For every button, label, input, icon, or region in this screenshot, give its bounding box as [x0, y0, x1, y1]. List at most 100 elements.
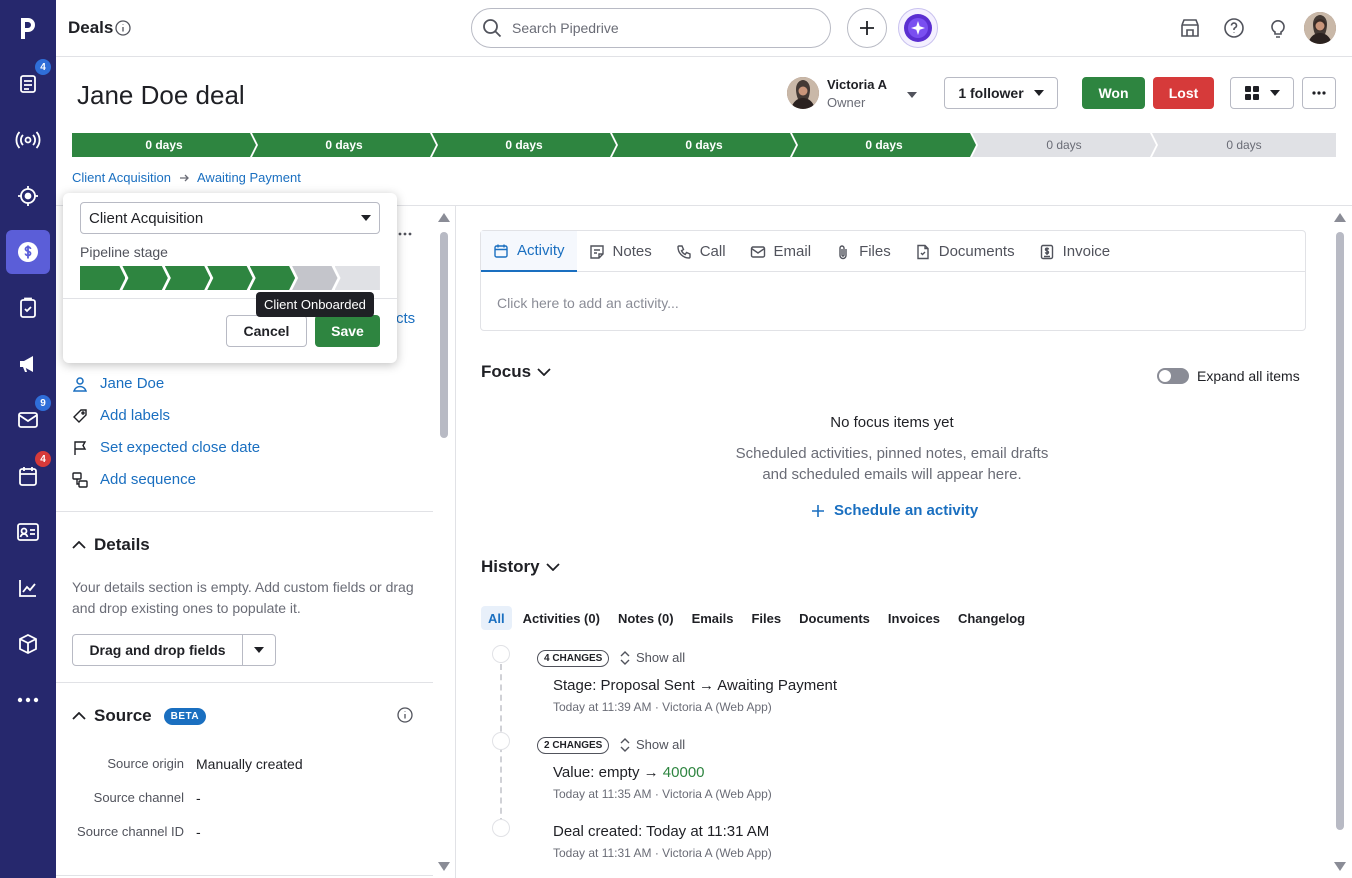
history-filter[interactable]: Documents: [792, 606, 877, 630]
quick-add-button[interactable]: [847, 8, 887, 48]
schedule-activity-link[interactable]: Schedule an activity: [812, 502, 978, 519]
scroll-down-arrow-icon[interactable]: [1334, 862, 1346, 871]
pipeline-stage[interactable]: 0 days: [432, 133, 616, 157]
drag-drop-button[interactable]: Drag and drop fields: [73, 635, 243, 665]
owner-name[interactable]: Victoria A: [827, 77, 887, 92]
stage-picker-step[interactable]: [207, 266, 252, 290]
history-filter[interactable]: Emails: [685, 606, 741, 630]
stage-picker-step[interactable]: [334, 266, 380, 290]
sidebar-item-contacts[interactable]: [6, 510, 50, 554]
sidebar-item-leads[interactable]: 4: [6, 59, 51, 106]
follower-button[interactable]: 1 follower: [944, 77, 1058, 109]
pipeline-stage[interactable]: 0 days: [252, 133, 436, 157]
tab-documents[interactable]: Documents: [903, 231, 1027, 272]
add-sequence-link[interactable]: Add sequence: [72, 471, 196, 488]
breadcrumb-stage[interactable]: Awaiting Payment: [197, 170, 301, 185]
close-date-label: Set expected close date: [100, 439, 261, 456]
sidebar-item-campaigns[interactable]: [6, 118, 50, 162]
history-filter[interactable]: Changelog: [951, 606, 1032, 630]
tab-email[interactable]: Email: [738, 231, 824, 272]
sidebar-item-more[interactable]: [6, 678, 50, 722]
tab-notes[interactable]: Notes: [577, 231, 664, 272]
pipeline-stage[interactable]: 0 days: [72, 133, 256, 157]
search-input[interactable]: Search Pipedrive: [471, 8, 831, 48]
stage-picker-step[interactable]: [250, 266, 295, 290]
sidebar-item-products[interactable]: [6, 622, 50, 666]
scroll-up-arrow-icon[interactable]: [438, 213, 450, 222]
add-labels-link[interactable]: Add labels: [72, 407, 170, 424]
pipeline-stage[interactable]: 0 days: [972, 133, 1156, 157]
history-filter[interactable]: Notes (0): [611, 606, 681, 630]
tab-invoice[interactable]: Invoice: [1027, 231, 1123, 272]
sidebar-item-campaigns-marketing[interactable]: [6, 342, 50, 386]
scroll-down-arrow-icon[interactable]: [438, 862, 450, 871]
right-scrollbar-thumb[interactable]: [1336, 232, 1344, 830]
show-all-link[interactable]: Show all: [620, 650, 685, 665]
source-info-icon[interactable]: [397, 707, 413, 723]
help-icon[interactable]: [1222, 16, 1246, 40]
more-actions-button[interactable]: [1302, 77, 1336, 109]
ai-assistant-button[interactable]: [898, 8, 938, 48]
drag-drop-dropdown[interactable]: [243, 635, 275, 665]
owner-dropdown-icon[interactable]: [906, 91, 918, 99]
stage-picker-step[interactable]: [165, 266, 210, 290]
pipeline-stage[interactable]: 0 days: [792, 133, 976, 157]
expand-all-toggle[interactable]: [1157, 368, 1189, 384]
focus-title: Focus: [481, 362, 532, 381]
deal-title[interactable]: Jane Doe deal: [77, 80, 245, 111]
stage-picker-step[interactable]: [80, 266, 125, 290]
phone-icon: [676, 244, 692, 260]
tab-activity[interactable]: Activity: [481, 231, 577, 272]
person-link[interactable]: Jane Doe: [72, 375, 164, 392]
source-section-header[interactable]: Source BETA: [72, 706, 207, 726]
sidebar-item-mail[interactable]: 9: [6, 395, 51, 442]
breadcrumb-pipeline[interactable]: Client Acquisition: [72, 170, 171, 185]
source-origin-value[interactable]: Manually created: [196, 756, 303, 772]
pipeline-select[interactable]: Client Acquisition: [80, 202, 380, 234]
pipeline-stage[interactable]: 0 days: [1152, 133, 1336, 157]
history-entry-colon: :: [590, 764, 595, 781]
stage-picker-step[interactable]: [292, 266, 337, 290]
history-entry-field: Stage: [553, 677, 593, 694]
history-filter[interactable]: Invoices: [881, 606, 947, 630]
focus-header[interactable]: Focus: [481, 362, 551, 382]
tab-call[interactable]: Call: [664, 231, 738, 272]
sidebar-item-activities[interactable]: [6, 286, 50, 330]
history-filter[interactable]: All: [481, 606, 512, 630]
marketplace-icon[interactable]: [1178, 16, 1202, 40]
history-filter[interactable]: Files: [744, 606, 788, 630]
chevron-down-icon: [1270, 90, 1280, 96]
summary-more-icon[interactable]: [398, 232, 412, 236]
partial-link[interactable]: cts: [396, 310, 415, 327]
stage-picker-step[interactable]: [122, 266, 167, 290]
sidebar-item-calendar[interactable]: 4: [6, 451, 51, 498]
left-scrollbar-thumb[interactable]: [440, 232, 448, 438]
save-button[interactable]: Save: [315, 315, 380, 347]
details-section-header[interactable]: Details: [72, 535, 150, 555]
info-icon[interactable]: [115, 20, 131, 36]
lost-button[interactable]: Lost: [1153, 77, 1214, 109]
lightbulb-icon[interactable]: [1266, 16, 1290, 40]
beta-badge: BETA: [163, 707, 207, 725]
pipedrive-logo[interactable]: [0, 0, 56, 56]
history-header[interactable]: History: [481, 557, 560, 577]
activity-placeholder[interactable]: Click here to add an activity...: [497, 295, 679, 311]
sidebar-item-projects[interactable]: [6, 174, 50, 218]
source-channel-value[interactable]: -: [196, 790, 201, 806]
view-layout-button[interactable]: [1230, 77, 1294, 109]
won-button[interactable]: Won: [1082, 77, 1145, 109]
scroll-up-arrow-icon[interactable]: [1334, 213, 1346, 222]
pipeline-stage[interactable]: 0 days: [612, 133, 796, 157]
tab-files[interactable]: Files: [823, 231, 903, 272]
history-filter[interactable]: Activities (0): [516, 606, 607, 630]
show-all-link[interactable]: Show all: [620, 737, 685, 752]
cancel-button[interactable]: Cancel: [226, 315, 307, 347]
sidebar-item-deals[interactable]: [6, 230, 50, 274]
source-channel-id-value[interactable]: -: [196, 824, 201, 840]
close-date-link[interactable]: Set expected close date: [72, 439, 260, 456]
sidebar-item-insights[interactable]: [6, 566, 50, 610]
user-avatar[interactable]: [1304, 12, 1336, 44]
more-icon: [17, 697, 39, 703]
source-origin-label: Source origin: [107, 756, 184, 771]
pipeline-stages: 0 days 0 days 0 days 0 days 0 days 0 days 0 da…: [72, 133, 1336, 157]
